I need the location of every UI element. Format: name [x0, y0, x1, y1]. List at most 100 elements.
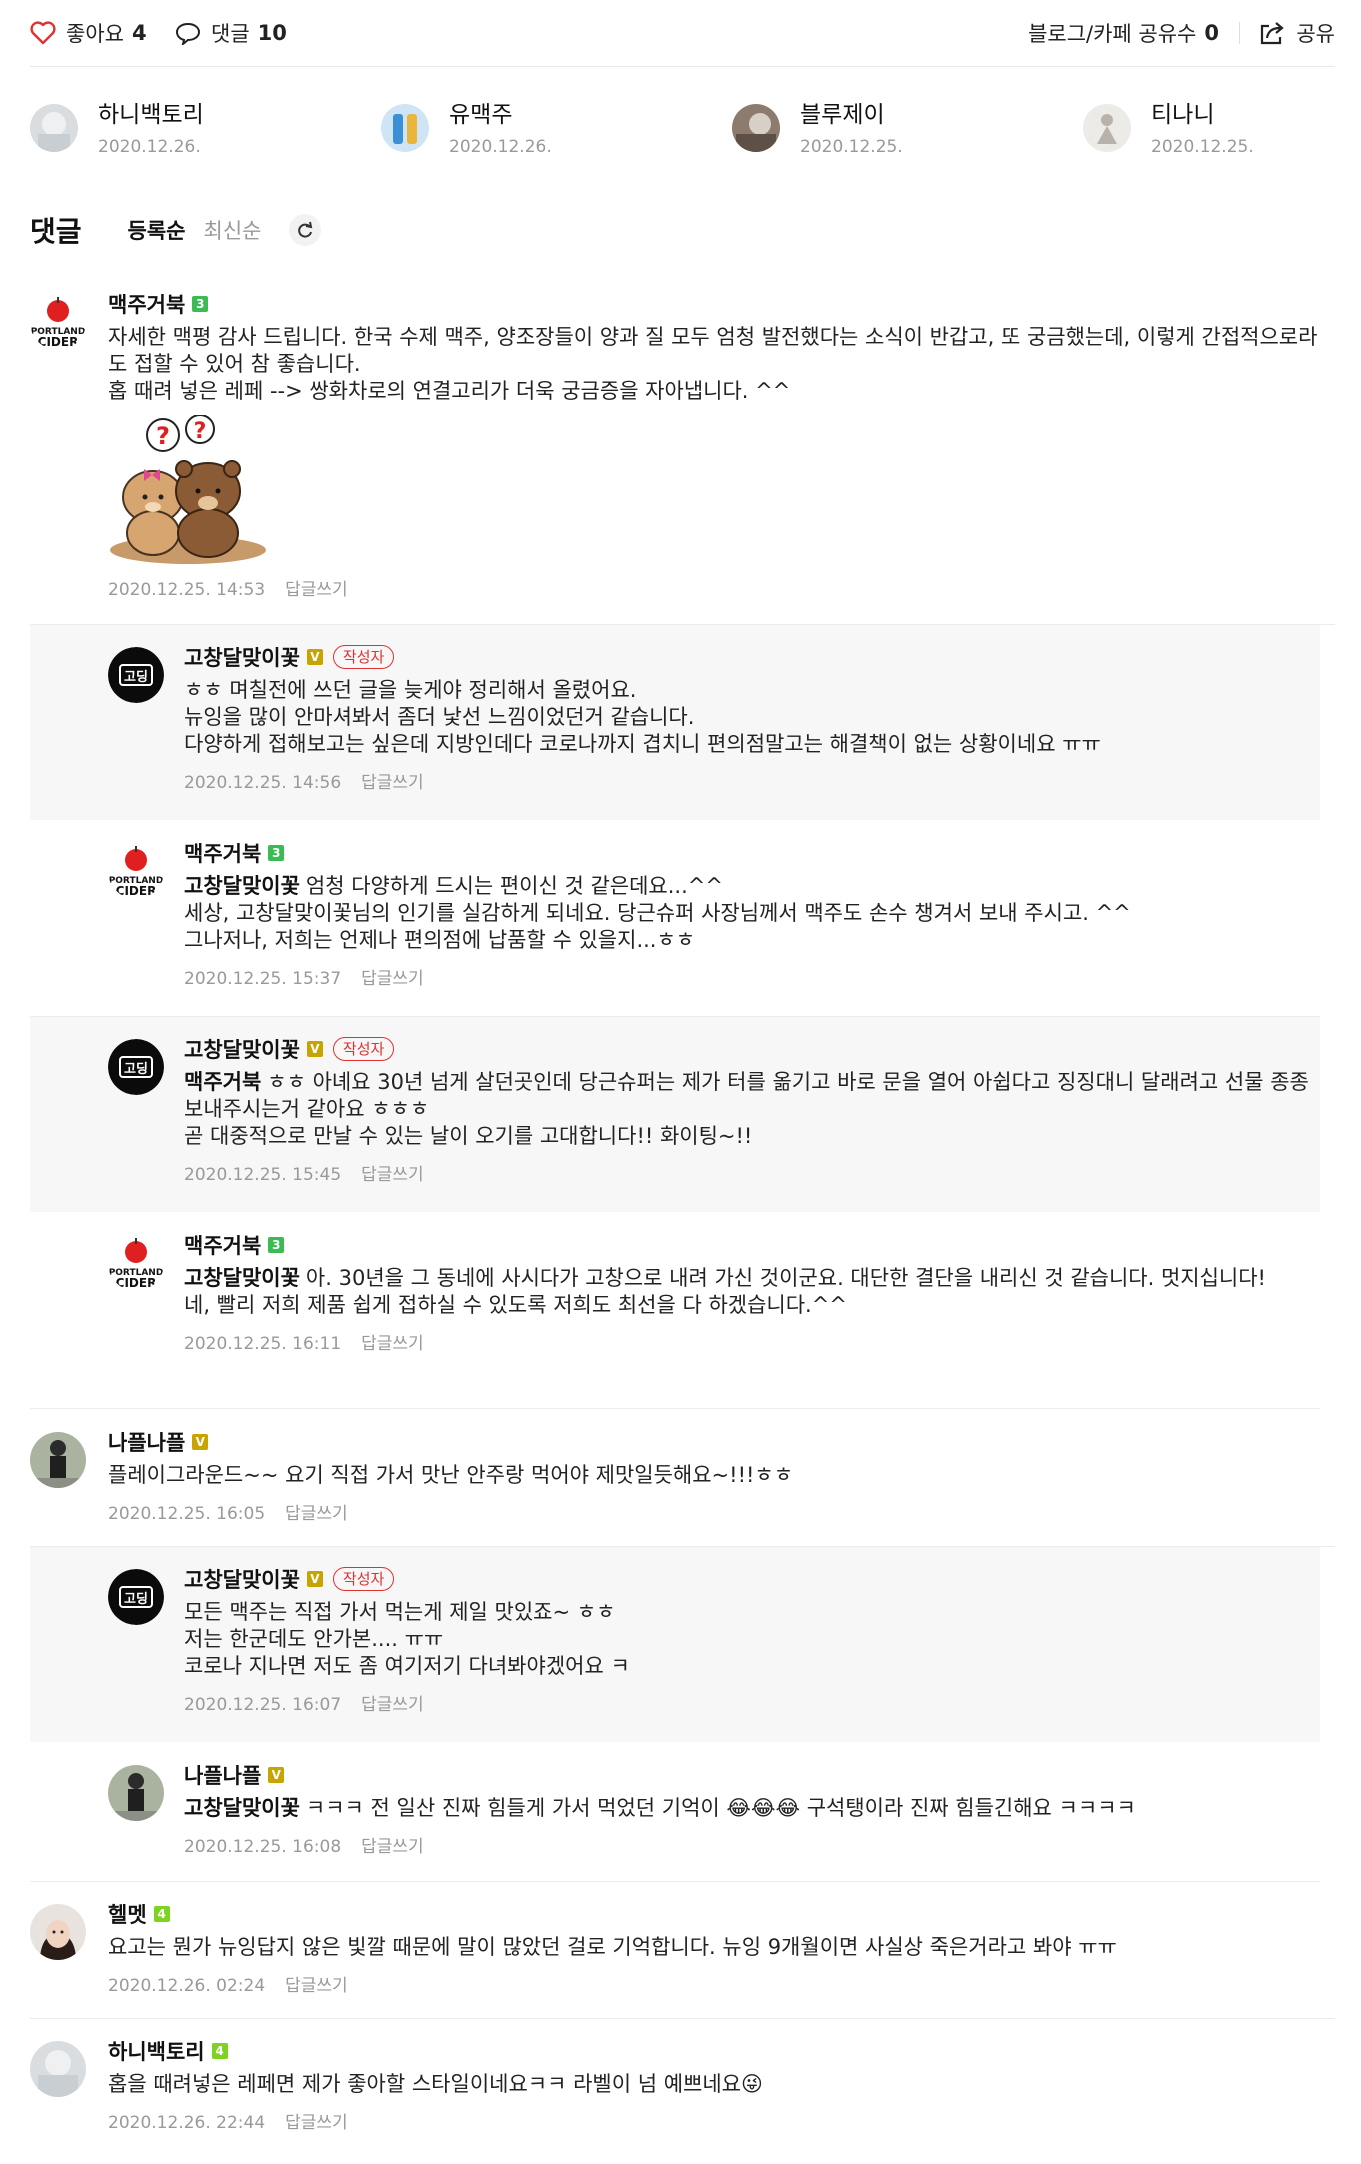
comment-text: 모든 맥주는 직접 가서 먹는게 제일 맛있죠~ ㅎㅎ 저는 한군데도 안가본.… — [184, 1600, 630, 1678]
post-action-bar: 좋아요 4 댓글 10 블로그/카페 공유수 0 공유 — [30, 0, 1335, 67]
avatar[interactable] — [108, 1765, 164, 1821]
comment-author[interactable]: 맥주거북 — [184, 838, 261, 868]
reply-button[interactable]: 답글쓰기 — [285, 580, 348, 600]
avatar[interactable] — [30, 1432, 86, 1488]
mention[interactable]: 고창달맞이꽃 — [184, 874, 300, 898]
comment-author[interactable]: 고창달맞이꽃 — [184, 1034, 300, 1064]
avatar[interactable] — [30, 2041, 86, 2097]
svg-text:?: ? — [194, 419, 207, 444]
mention[interactable]: 고창달맞이꽃 — [184, 1266, 300, 1290]
comment-date: 2020.12.26. 22:44 — [108, 2113, 266, 2133]
avatar[interactable]: PORTLAND CIDER — [108, 843, 164, 899]
author-badge: 작성자 — [332, 1567, 395, 1591]
svg-text:?: ? — [156, 422, 170, 450]
avatar[interactable]: 고딩 — [108, 1569, 164, 1625]
liker-date: 2020.12.25. — [1151, 137, 1254, 157]
reply-item: 고딩 고창달맞이꽃 V 작성자 맥주거북 ㅎㅎ 아녜요 30년 넘게 살던곳인데 … — [30, 1017, 1320, 1213]
like-button[interactable]: 좋아요 4 — [30, 18, 147, 48]
reply-button[interactable]: 답글쓰기 — [361, 1695, 424, 1715]
reply-button[interactable]: 답글쓰기 — [361, 1165, 424, 1185]
avatar[interactable]: PORTLAND CIDER — [30, 294, 86, 350]
reply-button[interactable]: 답글쓰기 — [285, 2113, 348, 2133]
comment-date: 2020.12.25. 15:37 — [184, 969, 342, 989]
comment-body: ㅋㅋㅋ 전 일산 진짜 힘들게 가서 먹었던 기억이 😂😂😂 구석탱이라 진짜 … — [305, 1796, 1136, 1820]
comment-date: 2020.12.25. 15:45 — [184, 1165, 342, 1185]
reply-button[interactable]: 답글쓰기 — [361, 1334, 424, 1354]
reply-button[interactable]: 답글쓰기 — [361, 969, 424, 989]
liker-item[interactable]: 티나니 2020.12.25. — [1083, 100, 1254, 157]
mention[interactable]: 맥주거북 — [184, 1070, 261, 1094]
comment-item: 하니백토리 4 홉을 때려넣은 레페면 제가 좋아할 스타일이네요ㅋㅋ 라벨이 … — [30, 2019, 1335, 2164]
reply-item: PORTLAND CIDER 맥주거북 3 고창달맞이꽃 아. 30년을 그 동네에… — [30, 1213, 1320, 1409]
avatar — [1083, 104, 1131, 152]
liker-name: 하니백토리 — [98, 102, 204, 128]
heart-icon — [30, 21, 56, 45]
avatar[interactable]: PORTLAND CIDER — [108, 1235, 164, 1291]
comment-date: 2020.12.25. 16:07 — [184, 1695, 342, 1715]
reply-button[interactable]: 답글쓰기 — [361, 773, 424, 793]
level-badge: 3 — [192, 296, 209, 312]
comment-author[interactable]: 고창달맞이꽃 — [184, 1564, 300, 1594]
avatar[interactable]: 고딩 — [108, 647, 164, 703]
comment-date: 2020.12.26. 02:24 — [108, 1976, 266, 1996]
liker-item[interactable]: 블루제이 2020.12.25. — [732, 100, 903, 157]
share-count-label: 블로그/카페 공유수 — [1028, 22, 1197, 46]
author-badge: 작성자 — [332, 645, 395, 669]
liker-date: 2020.12.26. — [98, 137, 201, 157]
comment-body: 엄청 다양하게 드시는 편이신 것 같은데요...^^ 세상, 고창달맞이꽃님의… — [184, 874, 1131, 952]
comment-item: 나플나플 V 플레이그라운드~~ 요기 직접 가서 맛난 안주랑 먹어야 제맛일… — [30, 1410, 1335, 1547]
svg-text:CIDER: CIDER — [116, 1276, 157, 1290]
comment-author[interactable]: 나플나플 — [108, 1427, 185, 1457]
reply-item: 고딩 고창달맞이꽃 V 작성자 ㅎㅎ 며칠전에 쓰던 글을 늦게야 정리해서 올… — [30, 625, 1320, 821]
recent-likers: 하니백토리 2020.12.26. 유맥주 2020.12.26. 블루제이 2… — [30, 100, 1335, 170]
reply-button[interactable]: 답글쓰기 — [285, 1976, 348, 1996]
comment-text: ㅎㅎ 며칠전에 쓰던 글을 늦게야 정리해서 올렸어요. 뉴잉을 많이 안마셔봐… — [184, 678, 1101, 756]
comment-item: 헬멧 4 요고는 뭔가 뉴잉답지 않은 빛깔 때문에 말이 많았던 걸로 기억합… — [30, 1882, 1335, 2019]
comment-author[interactable]: 헬멧 — [108, 1899, 147, 1929]
comment-date: 2020.12.25. 16:08 — [184, 1837, 342, 1857]
comment-body: ㅎㅎ 아녜요 30년 넘게 살던곳인데 당근슈퍼는 제가 터를 옮기고 바로 문… — [184, 1070, 1309, 1148]
comment-date: 2020.12.25. 14:53 — [108, 580, 266, 600]
comment-label: 댓글 — [211, 22, 250, 46]
avatar — [732, 104, 780, 152]
sort-latest-tab[interactable]: 최신순 — [204, 215, 262, 245]
reply-button[interactable]: 답글쓰기 — [285, 1504, 348, 1524]
share-count: 블로그/카페 공유수 0 — [1028, 18, 1219, 48]
comment-author[interactable]: 맥주거북 — [184, 1230, 261, 1260]
level-badge: 3 — [268, 845, 285, 861]
liker-item[interactable]: 하니백토리 2020.12.26. — [30, 100, 204, 157]
svg-text:CIDER: CIDER — [116, 884, 157, 898]
reply-button[interactable]: 답글쓰기 — [361, 1837, 424, 1857]
comment-author[interactable]: 맥주거북 — [108, 289, 185, 319]
comment-date: 2020.12.25. 16:05 — [108, 1504, 266, 1524]
share-button[interactable]: 공유 — [1258, 18, 1335, 48]
svg-text:고딩: 고딩 — [124, 1591, 148, 1607]
reply-item: PORTLAND CIDER 맥주거북 3 고창달맞이꽃 엄청 다양하게 드시는 편… — [30, 821, 1320, 1017]
avatar[interactable]: 고딩 — [108, 1039, 164, 1095]
comment-text: 고창달맞이꽃 ㅋㅋㅋ 전 일산 진짜 힘들게 가서 먹었던 기억이 😂😂😂 구석탱… — [184, 1795, 1310, 1822]
level-badge: V — [192, 1434, 209, 1450]
comment-text: 고창달맞이꽃 아. 30년을 그 동네에 사시다가 고창으로 내려 가신 것이군요… — [184, 1265, 1310, 1319]
reply-item: 고딩 고창달맞이꽃 V 작성자 모든 맥주는 직접 가서 먹는게 제일 맛있죠~… — [30, 1547, 1320, 1743]
comment-text: 맥주거북 ㅎㅎ 아녜요 30년 넘게 살던곳인데 당근슈퍼는 제가 터를 옮기고 … — [184, 1069, 1310, 1150]
sort-registered-tab[interactable]: 등록순 — [128, 215, 186, 245]
avatar[interactable] — [30, 1904, 86, 1960]
level-badge: V — [306, 1041, 323, 1057]
refresh-button[interactable] — [289, 214, 322, 246]
comment-toggle-button[interactable]: 댓글 10 — [175, 18, 287, 48]
comment-date: 2020.12.25. 14:56 — [184, 773, 342, 793]
comment-author[interactable]: 나플나플 — [184, 1760, 261, 1790]
liker-item[interactable]: 유맥주 2020.12.26. — [381, 100, 552, 157]
speech-bubble-icon — [175, 22, 201, 45]
level-badge: 4 — [153, 1906, 170, 1922]
mention[interactable]: 고창달맞이꽃 — [184, 1796, 300, 1820]
share-count-value: 0 — [1204, 21, 1219, 45]
comment-author[interactable]: 하니백토리 — [108, 2036, 205, 2066]
avatar — [30, 104, 78, 152]
comment-author[interactable]: 고창달맞이꽃 — [184, 642, 300, 672]
like-label: 좋아요 — [66, 22, 124, 46]
avatar — [381, 104, 429, 152]
comments-header: 댓글 등록순 최신순 — [30, 208, 322, 252]
level-badge: V — [306, 649, 323, 665]
level-badge: V — [306, 1571, 323, 1587]
